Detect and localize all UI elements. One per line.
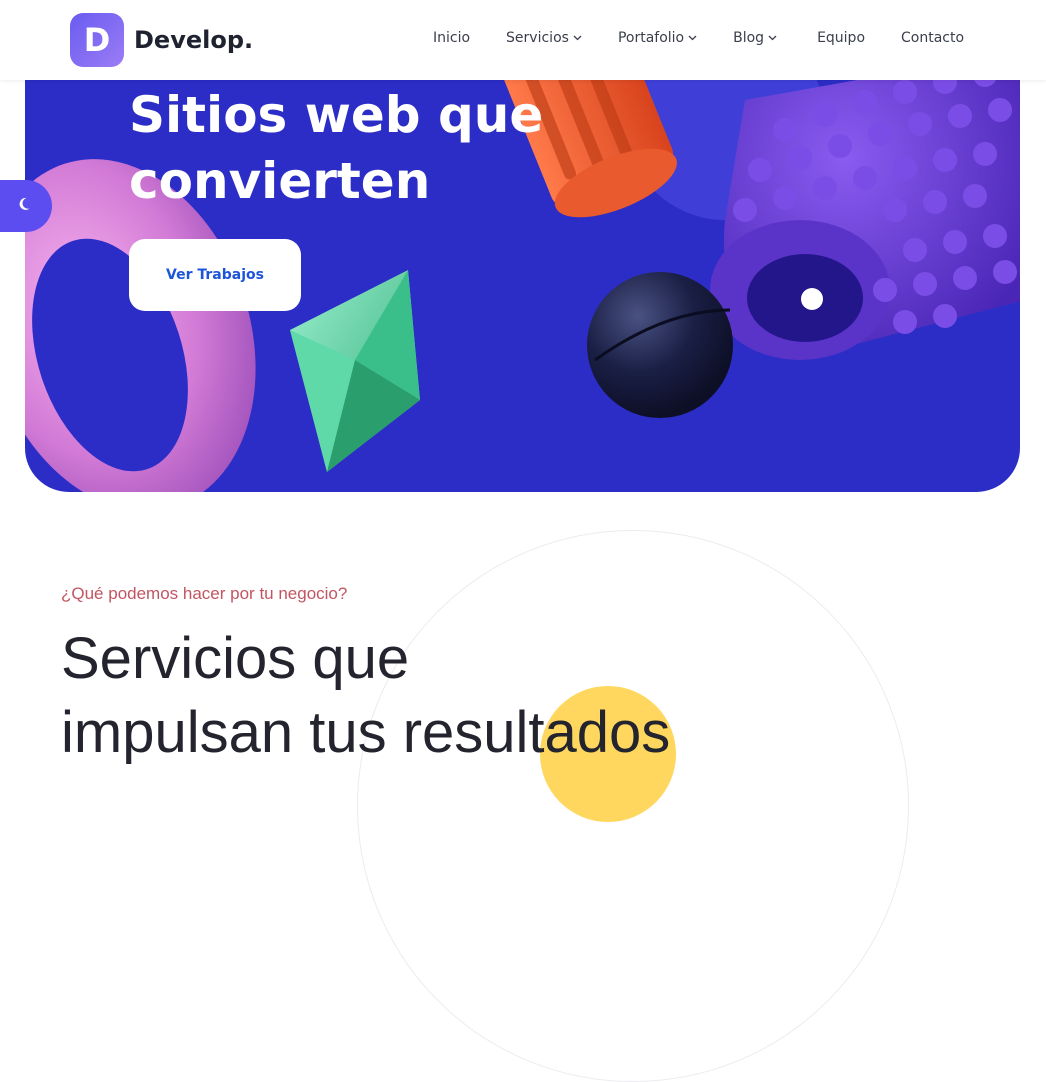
hero-title-line1: Sitios web que: [129, 86, 544, 144]
chevron-down-icon: [688, 33, 697, 44]
main-nav: Inicio Servicios Portafolio Blog Equipo …: [433, 30, 964, 46]
nav-label: Equipo: [817, 30, 866, 46]
nav-item-inicio[interactable]: Inicio: [433, 30, 470, 46]
nav-item-blog[interactable]: Blog: [733, 30, 777, 46]
brand-name: Develop.: [134, 26, 254, 54]
services-title-line1: Servicios que: [61, 626, 410, 691]
nav-label: Contacto: [901, 30, 965, 46]
services-title-line2: impulsan tus resultados: [61, 700, 671, 765]
view-work-button[interactable]: Ver Trabajos: [129, 239, 301, 311]
hero-banner: Sitios web que convierten Ver Trabajos: [25, 60, 1020, 492]
nav-item-equipo[interactable]: Equipo: [817, 30, 865, 46]
services-title: Servicios que impulsan tus resultados: [61, 622, 861, 770]
logo-mark: D: [70, 13, 124, 67]
nav-label: Portafolio: [617, 30, 685, 46]
services-eyebrow: ¿Qué podemos hacer por tu negocio?: [61, 584, 348, 603]
nav-label: Servicios: [506, 30, 569, 46]
nav-item-contacto[interactable]: Contacto: [901, 30, 964, 46]
chevron-down-icon: [768, 33, 777, 44]
nav-item-portafolio[interactable]: Portafolio: [618, 30, 697, 46]
nav-label: Blog: [733, 30, 765, 46]
site-header: D Develop. Inicio Servicios Portafolio B…: [0, 0, 1046, 80]
nav-item-servicios[interactable]: Servicios: [506, 30, 582, 46]
hero-title-line2: convierten: [129, 152, 431, 210]
hero-title: Sitios web que convierten: [129, 82, 589, 214]
chevron-down-icon: [573, 33, 582, 44]
theme-toggle-button[interactable]: [0, 180, 52, 232]
moon-icon: [17, 195, 35, 217]
sphere-shape: [587, 272, 733, 418]
nav-label: Inicio: [433, 30, 471, 46]
brand-logo[interactable]: D Develop.: [70, 13, 253, 67]
gem-shape: [290, 270, 420, 472]
roller-shape: [710, 60, 1020, 360]
